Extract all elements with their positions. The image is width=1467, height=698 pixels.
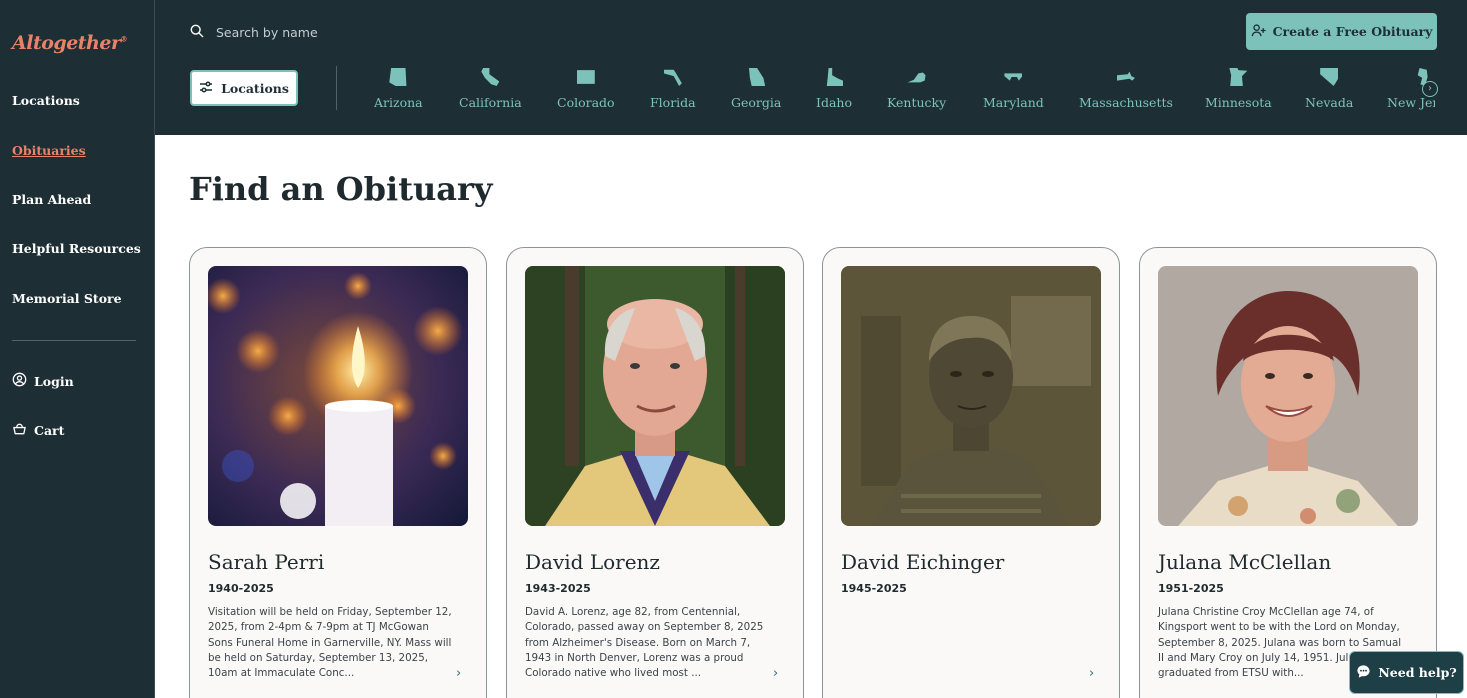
state-label: Massachusetts: [1079, 95, 1173, 110]
state-colorado[interactable]: Colorado: [557, 64, 615, 110]
need-help-label: Need help?: [1378, 665, 1457, 680]
state-arizona[interactable]: Arizona: [374, 64, 423, 110]
obituary-photo-sepia-portrait: [841, 266, 1101, 526]
locations-filter-label: Locations: [221, 80, 289, 96]
state-minnesota[interactable]: Minnesota: [1205, 64, 1272, 110]
login-link[interactable]: Login: [12, 372, 74, 390]
state-label: Nevada: [1305, 95, 1354, 110]
obituary-card[interactable]: Sarah Perri 1940-2025 Visitation will be…: [189, 247, 487, 698]
kentucky-shape-icon: [907, 72, 926, 83]
sidebar-item-helpful-resources[interactable]: Helpful Resources: [12, 241, 141, 256]
state-label: Colorado: [557, 95, 615, 110]
obituary-name: David Lorenz: [525, 550, 660, 574]
state-label: California: [459, 95, 522, 110]
state-label: Idaho: [816, 95, 852, 110]
chevron-right-icon[interactable]: ›: [1089, 666, 1094, 681]
obituary-years: 1943-2025: [525, 582, 591, 595]
chevron-right-icon[interactable]: ›: [773, 666, 778, 681]
sidebar-item-obituaries[interactable]: Obituaries: [12, 143, 86, 158]
chevron-right-icon: ›: [1428, 83, 1432, 94]
create-obituary-button[interactable]: Create a Free Obituary: [1246, 13, 1437, 50]
massachusetts-shape-icon: [1116, 71, 1135, 81]
sidebar-item-locations[interactable]: Locations: [12, 93, 80, 108]
obituary-name: Julana McClellan: [1158, 550, 1332, 574]
need-help-button[interactable]: Need help?: [1349, 651, 1464, 694]
state-florida[interactable]: Florida: [650, 64, 696, 110]
state-idaho[interactable]: Idaho: [816, 64, 852, 110]
sliders-icon: [199, 80, 213, 96]
state-label: Florida: [650, 95, 696, 110]
sidebar-divider: [12, 340, 136, 341]
obituary-name: David Eichinger: [841, 550, 1005, 574]
state-label: Georgia: [731, 95, 782, 110]
chat-bubble-icon: [1356, 664, 1371, 682]
cart-label: Cart: [34, 422, 65, 438]
sidebar-item-memorial-store[interactable]: Memorial Store: [12, 291, 122, 306]
obituary-photo-portrait: [525, 266, 785, 526]
florida-shape-icon: [663, 69, 682, 86]
idaho-shape-icon: [826, 68, 843, 86]
state-label: Kentucky: [887, 95, 947, 110]
obituary-name: Sarah Perri: [208, 550, 325, 574]
obituary-card[interactable]: David Lorenz 1943-2025 David A. Lorenz, …: [506, 247, 804, 698]
basket-icon: [12, 421, 27, 439]
state-nevada[interactable]: Nevada: [1305, 64, 1353, 110]
obituary-excerpt: Visitation will be held on Friday, Septe…: [208, 606, 452, 680]
obituary-years: 1945-2025: [841, 582, 907, 595]
state-georgia[interactable]: Georgia: [731, 64, 781, 110]
georgia-shape-icon: [748, 68, 766, 86]
search-bar: [190, 22, 490, 42]
state-label: Arizona: [374, 95, 423, 110]
create-obituary-label: Create a Free Obituary: [1272, 24, 1433, 39]
obituary-card[interactable]: Julana McClellan 1951-2025 Julana Christ…: [1139, 247, 1437, 698]
state-label: New Jersey: [1387, 95, 1435, 110]
nevada-shape-icon: [1320, 68, 1339, 86]
minnesota-shape-icon: [1229, 68, 1248, 86]
obituary-excerpt: David A. Lorenz, age 82, from Centennial…: [525, 606, 764, 680]
maryland-shape-icon: [1004, 73, 1023, 81]
state-label: Maryland: [983, 95, 1044, 110]
state-maryland[interactable]: Maryland: [983, 64, 1044, 110]
chevron-right-icon[interactable]: ›: [456, 666, 461, 681]
california-shape-icon: [481, 68, 500, 86]
state-carousel: Arizona California Colorado Florida Geor…: [355, 64, 1435, 114]
obituary-photo-candle: [208, 266, 468, 526]
obituary-photo-portrait: [1158, 266, 1418, 526]
obituary-years: 1940-2025: [208, 582, 274, 595]
obituary-card[interactable]: David Eichinger 1945-2025 ›: [822, 247, 1120, 698]
page-title: Find an Obituary: [189, 170, 493, 208]
arizona-shape-icon: [389, 68, 407, 86]
user-plus-icon: [1251, 23, 1266, 41]
state-massachusetts[interactable]: Massachusetts: [1079, 64, 1173, 110]
obituary-years: 1951-2025: [1158, 582, 1224, 595]
altogether-logo[interactable]: Altogether®: [12, 32, 127, 54]
header-divider: [336, 66, 337, 110]
carousel-next-button[interactable]: ›: [1422, 81, 1438, 97]
login-label: Login: [34, 373, 74, 389]
search-input[interactable]: [216, 24, 476, 40]
sidebar: Altogether® Locations Obituaries Plan Ah…: [0, 0, 155, 698]
locations-filter-button[interactable]: Locations: [190, 70, 298, 106]
sidebar-item-plan-ahead[interactable]: Plan Ahead: [12, 192, 91, 207]
search-icon: [190, 23, 204, 42]
cart-link[interactable]: Cart: [12, 421, 64, 439]
colorado-shape-icon: [576, 70, 595, 84]
state-label: Minnesota: [1205, 95, 1272, 110]
user-circle-icon: [12, 372, 27, 390]
top-header: Create a Free Obituary Locations Arizona…: [155, 0, 1467, 135]
state-kentucky[interactable]: Kentucky: [887, 64, 946, 110]
state-california[interactable]: California: [459, 64, 522, 110]
